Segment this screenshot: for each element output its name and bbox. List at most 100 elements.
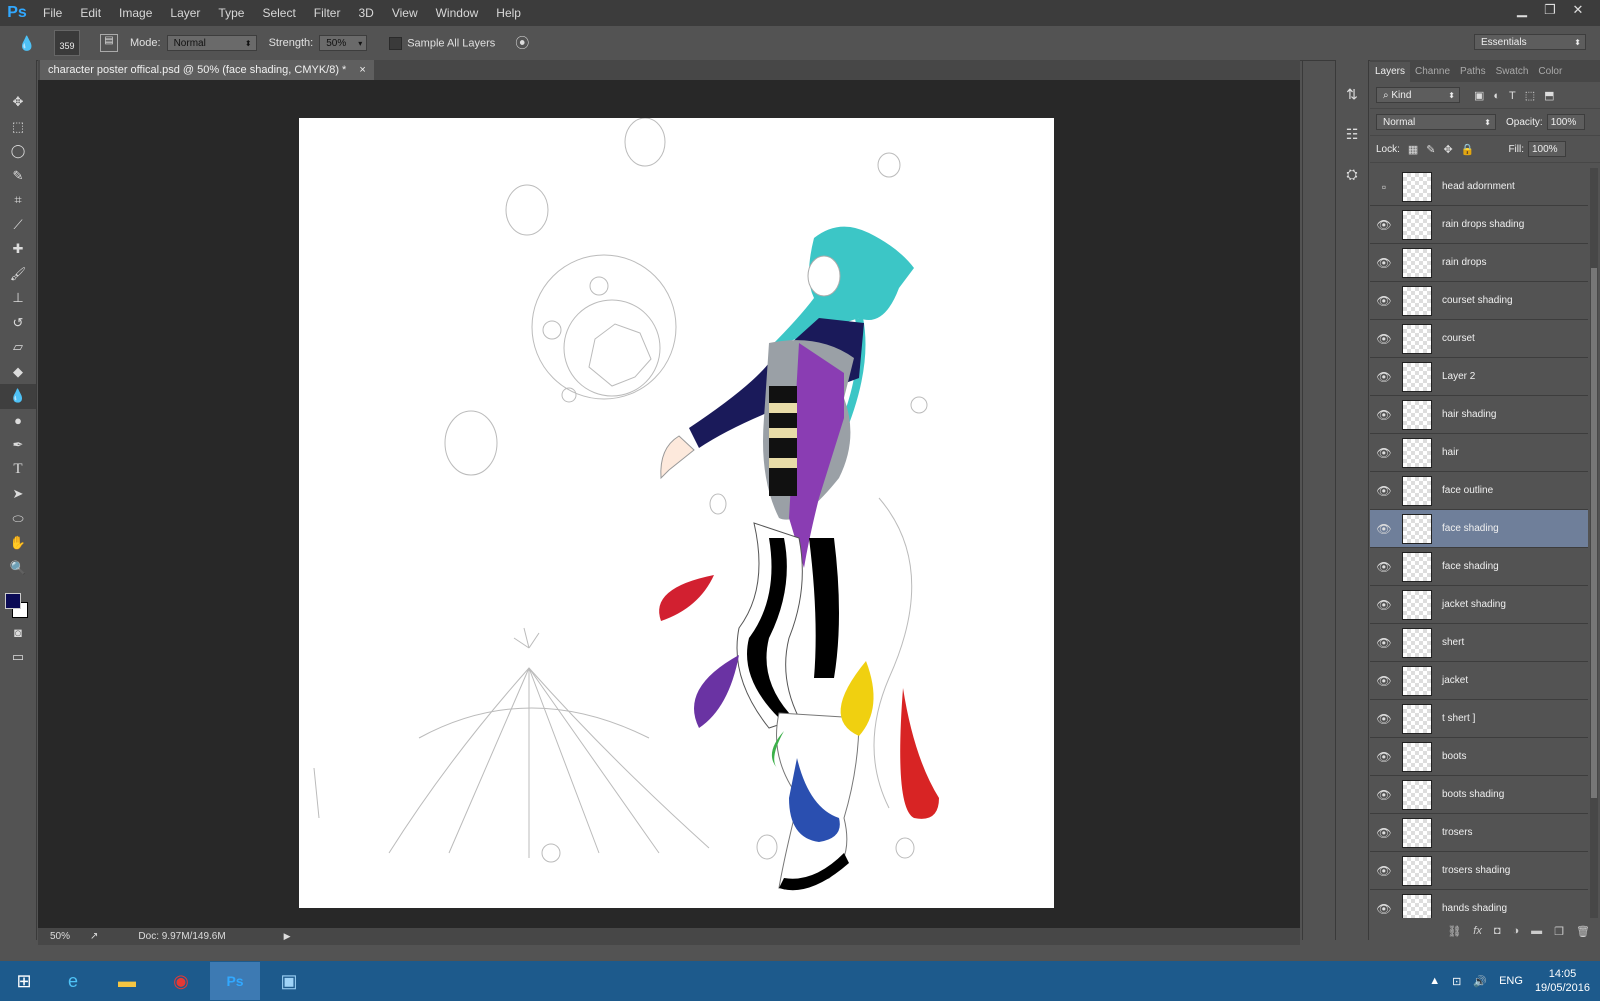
blur-tool-preset-icon[interactable]: 💧 (18, 35, 38, 52)
scrollbar-thumb[interactable] (1591, 268, 1597, 798)
close-button[interactable]: ✕ (1564, 0, 1592, 20)
tray-expand-icon[interactable]: ▲ (1429, 975, 1440, 987)
tab-layers[interactable]: Layers (1370, 62, 1411, 82)
photoshop-taskbar-icon[interactable]: Ps (210, 962, 260, 1000)
eye-icon[interactable]: 👁 (1370, 902, 1398, 916)
delete-layer-icon[interactable]: 🗑 (1576, 925, 1590, 938)
type-tool-icon[interactable]: T (0, 458, 36, 483)
layer-scrollbar[interactable] (1590, 168, 1598, 918)
tab-swatch[interactable]: Swatch (1491, 62, 1534, 82)
eye-icon[interactable]: 👁 (1370, 674, 1398, 688)
pressure-icon[interactable]: ⦿ (515, 33, 529, 53)
crop-tool-icon[interactable]: ⌗ (0, 188, 36, 213)
layer-row[interactable]: 👁 trosers (1370, 814, 1588, 852)
healing-brush-tool-icon[interactable]: ✚ (0, 237, 36, 262)
photo-viewer-icon[interactable]: ▣ (264, 962, 314, 1000)
internet-explorer-icon[interactable]: e (48, 962, 98, 1000)
status-menu-arrow-icon[interactable]: ▶ (284, 931, 291, 942)
restore-button[interactable]: ❐ (1536, 0, 1564, 20)
share-icon[interactable]: ↗ (90, 931, 98, 942)
menu-select[interactable]: Select (253, 0, 304, 26)
clock[interactable]: 14:05 19/05/2016 (1535, 967, 1590, 995)
brush-tool-icon[interactable]: 🖌 (0, 262, 36, 287)
layer-row[interactable]: 👁 jacket shading (1370, 586, 1588, 624)
paint-bucket-tool-icon[interactable]: ◆ (0, 360, 36, 385)
color-swatches[interactable] (0, 588, 36, 620)
quick-mask-icon[interactable]: ◙ (0, 620, 36, 645)
layer-row[interactable]: 👁 hair shading (1370, 396, 1588, 434)
properties-panel-icon[interactable]: ☷ (1336, 114, 1368, 154)
document-canvas[interactable] (299, 117, 1054, 908)
adjustment-layer-icon[interactable]: ◑ (1513, 925, 1520, 937)
start-button-icon[interactable]: ⊞ (4, 962, 44, 1000)
zoom-tool-icon[interactable]: 🔍 (0, 556, 36, 581)
tab-paths[interactable]: Paths (1455, 62, 1491, 82)
eye-icon[interactable]: 👁 (1370, 294, 1398, 308)
chrome-icon[interactable]: ◉ (156, 962, 206, 1000)
dodge-tool-icon[interactable]: ● (0, 409, 36, 434)
quick-select-tool-icon[interactable]: ✎ (0, 164, 36, 189)
move-tool-icon[interactable]: ✥ (0, 90, 36, 115)
new-group-icon[interactable]: ▬ (1531, 925, 1542, 937)
layer-row[interactable]: 👁 hands shading (1370, 890, 1588, 918)
tab-color[interactable]: Color (1533, 62, 1567, 82)
workspace-select[interactable]: Essentials ⬍ (1474, 34, 1586, 50)
add-mask-icon[interactable]: ◘ (1494, 925, 1501, 937)
eye-icon[interactable]: 👁 (1370, 218, 1398, 232)
blend-mode-select[interactable]: Normal ⬍ (1376, 114, 1496, 130)
eye-icon[interactable]: 👁 (1370, 788, 1398, 802)
hand-tool-icon[interactable]: ✋ (0, 531, 36, 556)
eye-icon[interactable]: 👁 (1370, 598, 1398, 612)
layer-row[interactable]: ▫ head adornment (1370, 168, 1588, 206)
layer-row[interactable]: 👁 courset shading (1370, 282, 1588, 320)
eyedropper-tool-icon[interactable]: ⟋ (0, 213, 36, 238)
eye-icon[interactable]: 👁 (1370, 484, 1398, 498)
eye-icon[interactable]: 👁 (1370, 636, 1398, 650)
filter-kind-select[interactable]: ⌕ Kind ⬍ (1376, 87, 1460, 103)
fill-field[interactable]: 100% (1528, 141, 1566, 157)
layer-row[interactable]: 👁 hair (1370, 434, 1588, 472)
opacity-field[interactable]: 100% (1546, 114, 1585, 130)
layer-row[interactable]: 👁 boots shading (1370, 776, 1588, 814)
clone-stamp-tool-icon[interactable]: ⊥ (0, 286, 36, 311)
lock-icons[interactable]: ▦✎✥🔒 (1408, 143, 1483, 156)
layer-row[interactable]: 👁 rain drops (1370, 244, 1588, 282)
brush-panel-toggle-icon[interactable]: ▤ (100, 34, 118, 52)
menu-type[interactable]: Type (209, 0, 253, 26)
eye-icon[interactable]: 👁 (1370, 826, 1398, 840)
fx-icon[interactable]: fx (1473, 925, 1482, 937)
eye-icon[interactable]: 👁 (1370, 712, 1398, 726)
strength-field[interactable]: 50% ▾ (319, 35, 368, 51)
layer-row[interactable]: 👁 t shert ] (1370, 700, 1588, 738)
network-icon[interactable]: ⊡ (1452, 975, 1461, 988)
mode-select[interactable]: Normal ⬍ (166, 35, 257, 51)
eye-icon[interactable]: 👁 (1370, 408, 1398, 422)
screen-mode-icon[interactable]: ▭ (0, 645, 36, 670)
layer-row[interactable]: 👁 face shading (1370, 510, 1588, 548)
foreground-color-swatch[interactable] (5, 593, 21, 609)
visibility-off-icon[interactable]: ▫ (1370, 180, 1398, 194)
menu-layer[interactable]: Layer (161, 0, 209, 26)
eye-icon[interactable]: 👁 (1370, 446, 1398, 460)
marquee-tool-icon[interactable]: ⬚ (0, 115, 36, 140)
layer-row[interactable]: 👁 rain drops shading (1370, 206, 1588, 244)
new-layer-icon[interactable]: ❐ (1554, 925, 1564, 938)
eye-icon[interactable]: 👁 (1370, 256, 1398, 270)
layer-row[interactable]: 👁 face shading (1370, 548, 1588, 586)
eye-icon[interactable]: 👁 (1370, 750, 1398, 764)
menu-3d[interactable]: 3D (349, 0, 382, 26)
blur-tool-icon[interactable]: 💧 (0, 384, 36, 409)
language-indicator[interactable]: ENG (1499, 975, 1523, 987)
link-layers-icon[interactable]: ⛓ (1447, 925, 1461, 938)
layer-row[interactable]: 👁 courset (1370, 320, 1588, 358)
close-tab-icon[interactable]: × (359, 64, 365, 76)
history-brush-tool-icon[interactable]: ↺ (0, 311, 36, 336)
menu-help[interactable]: Help (487, 0, 530, 26)
layer-row[interactable]: 👁 jacket (1370, 662, 1588, 700)
volume-icon[interactable]: 🔊 (1473, 975, 1487, 988)
layer-row[interactable]: 👁 trosers shading (1370, 852, 1588, 890)
eye-icon[interactable]: 👁 (1370, 522, 1398, 536)
path-select-tool-icon[interactable]: ➤ (0, 482, 36, 507)
filter-type-icons[interactable]: ▣◐T⬚⬒ (1474, 89, 1564, 102)
lasso-tool-icon[interactable]: ◯ (0, 139, 36, 164)
